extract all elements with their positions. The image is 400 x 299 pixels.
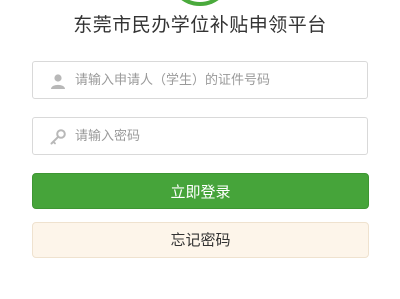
password-input[interactable]	[75, 119, 361, 153]
password-field-container	[32, 117, 368, 155]
user-icon	[50, 73, 66, 89]
key-icon	[50, 129, 66, 145]
page-title: 东莞市民办学位补贴申领平台	[73, 14, 327, 36]
id-number-field-container	[32, 61, 368, 99]
login-button[interactable]: 立即登录	[32, 173, 369, 209]
forgot-password-button[interactable]: 忘记密码	[32, 222, 369, 258]
id-number-input[interactable]	[75, 63, 361, 97]
logo	[168, 0, 232, 6]
